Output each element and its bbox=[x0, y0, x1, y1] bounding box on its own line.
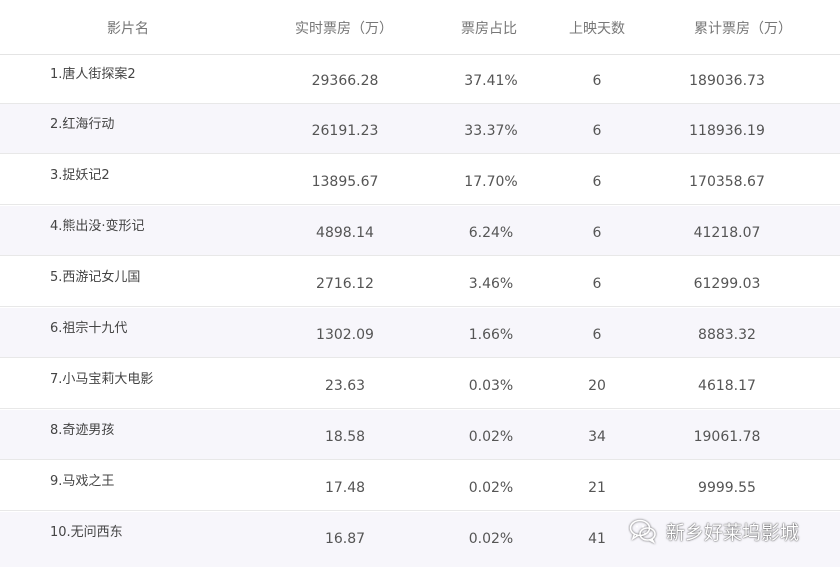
column-header-realtime-box-office: 实时票房（万） bbox=[295, 21, 393, 37]
realtime-box-office: 23.63 bbox=[324, 378, 366, 394]
days-showing: 41 bbox=[588, 531, 606, 547]
realtime-box-office: 1302.09 bbox=[316, 327, 374, 343]
table-row: 6.祖宗十九代 1302.09 1.66% 6 8883.32 bbox=[0, 308, 840, 358]
realtime-box-office: 16.87 bbox=[324, 531, 366, 547]
table-row: 5.西游记女儿国 2716.12 3.46% 6 61299.03 bbox=[0, 257, 840, 307]
realtime-box-office: 29366.28 bbox=[311, 73, 379, 89]
total-box-office: 41218.07 bbox=[693, 225, 761, 241]
box-office-share: 0.02% bbox=[468, 429, 514, 445]
box-office-share: 0.03% bbox=[468, 378, 514, 394]
table-row: 8.奇迹男孩 18.58 0.02% 34 19061.78 bbox=[0, 410, 840, 460]
table-row: 3.捉妖记2 13895.67 17.70% 6 170358.67 bbox=[0, 155, 840, 205]
total-box-office: 61299.03 bbox=[693, 276, 761, 292]
film-name: 2.红海行动 bbox=[50, 117, 115, 132]
total-box-office: 9999.55 bbox=[698, 480, 756, 496]
box-office-share: 17.70% bbox=[464, 174, 518, 190]
realtime-box-office: 26191.23 bbox=[311, 123, 379, 139]
days-showing: 20 bbox=[588, 378, 606, 394]
days-showing: 6 bbox=[592, 225, 602, 241]
days-showing: 6 bbox=[592, 327, 602, 343]
realtime-box-office: 2716.12 bbox=[316, 276, 374, 292]
total-box-office: 170358.67 bbox=[689, 174, 765, 190]
box-office-share: 0.02% bbox=[468, 480, 514, 496]
film-name: 4.熊出没·变形记 bbox=[50, 219, 145, 234]
film-name: 6.祖宗十九代 bbox=[50, 321, 128, 336]
film-name: 5.西游记女儿国 bbox=[50, 270, 141, 285]
total-box-office: 189036.73 bbox=[689, 73, 765, 89]
box-office-share: 0.02% bbox=[468, 531, 514, 547]
table-row: 9.马戏之王 17.48 0.02% 21 9999.55 bbox=[0, 461, 840, 511]
total-box-office: 8883.32 bbox=[698, 327, 756, 343]
days-showing: 34 bbox=[588, 429, 606, 445]
film-name: 3.捉妖记2 bbox=[50, 168, 110, 183]
table-header: 影片名 实时票房（万） 票房占比 上映天数 累计票房（万） bbox=[0, 0, 840, 55]
realtime-box-office: 4898.14 bbox=[316, 225, 374, 241]
days-showing: 6 bbox=[592, 73, 602, 89]
film-name: 9.马戏之王 bbox=[50, 474, 115, 489]
column-header-total-box-office: 累计票房（万） bbox=[694, 21, 792, 37]
realtime-box-office: 17.48 bbox=[324, 480, 366, 496]
days-showing: 21 bbox=[588, 480, 606, 496]
film-name: 7.小马宝莉大电影 bbox=[50, 372, 154, 387]
table-row: 7.小马宝莉大电影 23.63 0.03% 20 4618.17 bbox=[0, 359, 840, 409]
film-name: 1.唐人街探案2 bbox=[50, 67, 136, 82]
box-office-share: 37.41% bbox=[464, 73, 518, 89]
realtime-box-office: 18.58 bbox=[324, 429, 366, 445]
box-office-share: 1.66% bbox=[468, 327, 514, 343]
days-showing: 6 bbox=[592, 174, 602, 190]
wechat-icon bbox=[629, 519, 656, 544]
watermark-text: 新乡好莱坞影城 bbox=[666, 521, 800, 544]
box-office-table: 影片名 实时票房（万） 票房占比 上映天数 累计票房（万） 1.唐人街探案2 2… bbox=[0, 0, 840, 567]
wechat-watermark: 新乡好莱坞影城 bbox=[628, 514, 799, 548]
film-name: 8.奇迹男孩 bbox=[50, 423, 115, 438]
realtime-box-office: 13895.67 bbox=[311, 174, 379, 190]
box-office-share: 33.37% bbox=[464, 123, 518, 139]
table-row: 4.熊出没·变形记 4898.14 6.24% 6 41218.07 bbox=[0, 206, 840, 256]
days-showing: 6 bbox=[592, 123, 602, 139]
days-showing: 6 bbox=[592, 276, 602, 292]
total-box-office: 4618.17 bbox=[698, 378, 756, 394]
total-box-office: 19061.78 bbox=[693, 429, 761, 445]
box-office-share: 6.24% bbox=[468, 225, 514, 241]
column-header-film-name: 影片名 bbox=[107, 21, 149, 37]
total-box-office: 118936.19 bbox=[689, 123, 765, 139]
column-header-days-showing: 上映天数 bbox=[569, 21, 625, 37]
table-row: 2.红海行动 26191.23 33.37% 6 118936.19 bbox=[0, 104, 840, 154]
table-row: 1.唐人街探案2 29366.28 37.41% 6 189036.73 bbox=[0, 54, 840, 104]
film-name: 10.无问西东 bbox=[50, 525, 123, 540]
column-header-box-office-share: 票房占比 bbox=[461, 21, 517, 37]
box-office-share: 3.46% bbox=[468, 276, 514, 292]
